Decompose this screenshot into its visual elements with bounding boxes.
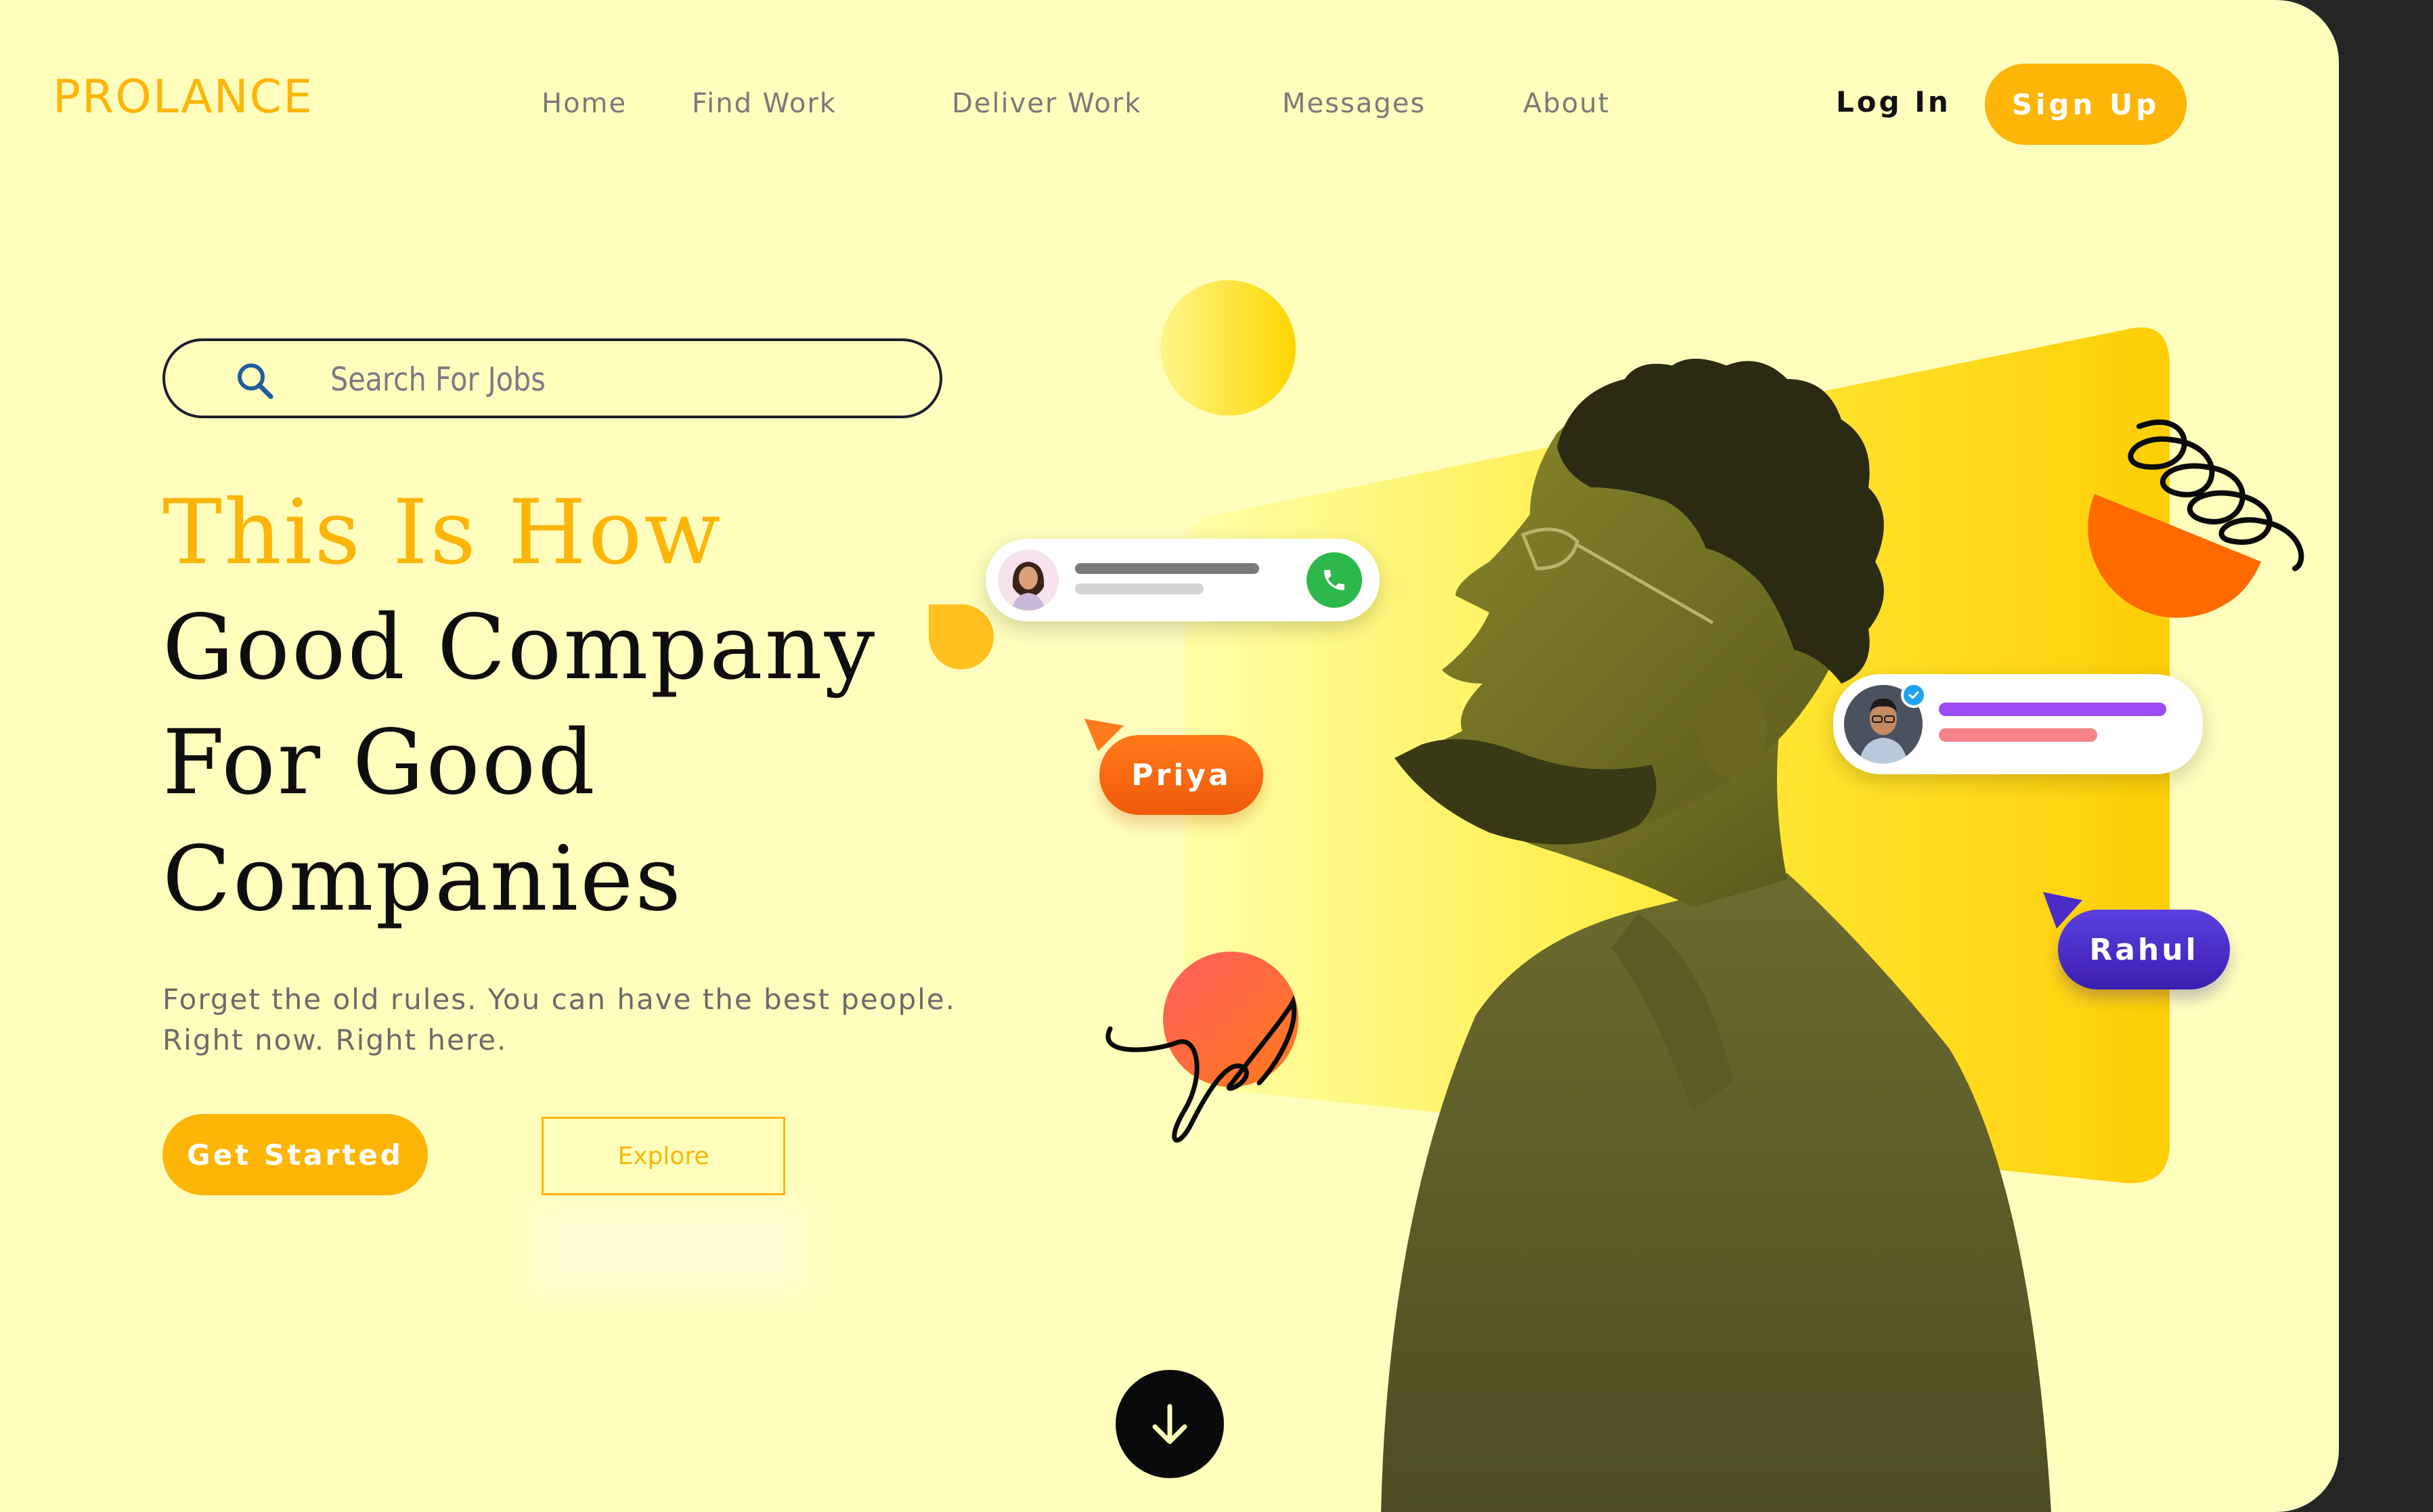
call-button[interactable]	[1307, 552, 1362, 608]
call-card	[986, 539, 1380, 621]
decor-yellow-ball	[1160, 280, 1296, 416]
phone-icon	[1324, 570, 1344, 590]
profile-name-placeholder-bar	[1939, 703, 2166, 716]
avatar-woman	[998, 550, 1059, 610]
profile-detail-placeholder-bar	[1939, 728, 2097, 742]
chip-rahul[interactable]: Rahul	[2058, 910, 2230, 990]
woman-avatar-icon	[998, 550, 1059, 610]
scroll-down-button[interactable]	[1116, 1370, 1224, 1478]
arrow-down-icon	[1152, 1404, 1187, 1444]
call-detail-placeholder-bar	[1075, 583, 1204, 594]
verified-badge-icon	[1901, 682, 1927, 708]
chip-priya[interactable]: Priya	[1099, 735, 1263, 815]
call-name-placeholder-bar	[1075, 563, 1259, 574]
landing-page: PROLANCE Home Find Work Deliver Work Mes…	[0, 0, 2339, 1512]
verified-profile-card	[1833, 674, 2203, 774]
